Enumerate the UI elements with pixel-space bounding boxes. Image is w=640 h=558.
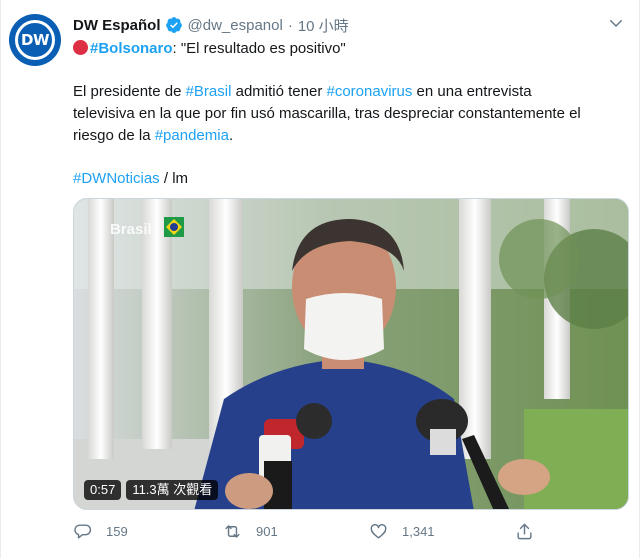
tweet-headline: #Bolsonaro: "El resultado es positivo" bbox=[73, 38, 346, 59]
tweet-header: DW Español @dw_espanol · 10 小時 bbox=[73, 14, 349, 36]
tweet-body-line-3: riesgo de la #pandemia. bbox=[73, 125, 233, 146]
like-icon bbox=[370, 524, 387, 539]
video-overlay: 0:57 11.3萬 次觀看 bbox=[84, 480, 219, 500]
face-mask bbox=[304, 293, 384, 360]
video-duration: 0:57 bbox=[84, 480, 122, 500]
hashtag-coronavirus[interactable]: #coronavirus bbox=[326, 83, 412, 100]
share-button[interactable] bbox=[515, 522, 548, 541]
avatar[interactable]: DW bbox=[9, 14, 61, 66]
hashtag-brasil[interactable]: #Brasil bbox=[186, 83, 232, 100]
hashtag-pandemia[interactable]: #pandemia bbox=[155, 127, 229, 144]
red-circle-icon bbox=[73, 40, 88, 55]
tweet-footer-line: #DWNoticias / lm bbox=[73, 168, 188, 189]
like-button[interactable]: 1,341 bbox=[369, 522, 435, 541]
body-text: El presidente de bbox=[73, 83, 186, 100]
retweet-count: 901 bbox=[256, 524, 278, 539]
verified-icon bbox=[165, 17, 182, 33]
footer-text: / lm bbox=[159, 170, 189, 187]
column bbox=[88, 199, 114, 459]
retweet-button[interactable]: 901 bbox=[223, 522, 278, 541]
body-text: en una entrevista bbox=[412, 83, 532, 100]
more-caret-icon[interactable] bbox=[607, 14, 625, 32]
timestamp[interactable]: 10 小時 bbox=[298, 15, 349, 36]
retweet-icon bbox=[225, 525, 240, 538]
dw-logo: DW bbox=[15, 20, 55, 60]
reply-button[interactable]: 159 bbox=[73, 522, 128, 541]
share-icon bbox=[517, 523, 532, 540]
tweet-card[interactable]: DW DW Español @dw_espanol · 10 小時 #Bolso… bbox=[0, 0, 640, 558]
body-text: . bbox=[228, 127, 234, 144]
handle[interactable]: @dw_espanol bbox=[188, 17, 283, 34]
video-watermark: Brasil bbox=[110, 221, 152, 238]
video-player[interactable]: Brasil 0:57 11.3萬 次觀看 bbox=[73, 198, 629, 510]
tweet-actions: 159 901 1,341 bbox=[73, 522, 593, 546]
tweet-body-line-2: televisiva en la que por fin usó mascari… bbox=[73, 105, 581, 122]
headline-text: : "El resultado es positivo" bbox=[172, 40, 346, 57]
reply-icon bbox=[74, 524, 92, 539]
like-count: 1,341 bbox=[402, 524, 435, 539]
body-text: admitió tener bbox=[231, 83, 327, 100]
separator-dot: · bbox=[287, 16, 293, 34]
body-text: riesgo de la bbox=[73, 127, 155, 144]
video-frame bbox=[74, 199, 628, 509]
tweet-body-line-1: El presidente de #Brasil admitió tener #… bbox=[73, 81, 532, 102]
reply-count: 159 bbox=[106, 524, 128, 539]
hashtag-dwnoticias[interactable]: #DWNoticias bbox=[73, 170, 160, 187]
brazil-flag-icon bbox=[164, 217, 184, 237]
hashtag-bolsonaro[interactable]: #Bolsonaro bbox=[90, 40, 173, 57]
video-views: 11.3萬 次觀看 bbox=[126, 480, 219, 500]
display-name[interactable]: DW Español bbox=[73, 17, 161, 34]
